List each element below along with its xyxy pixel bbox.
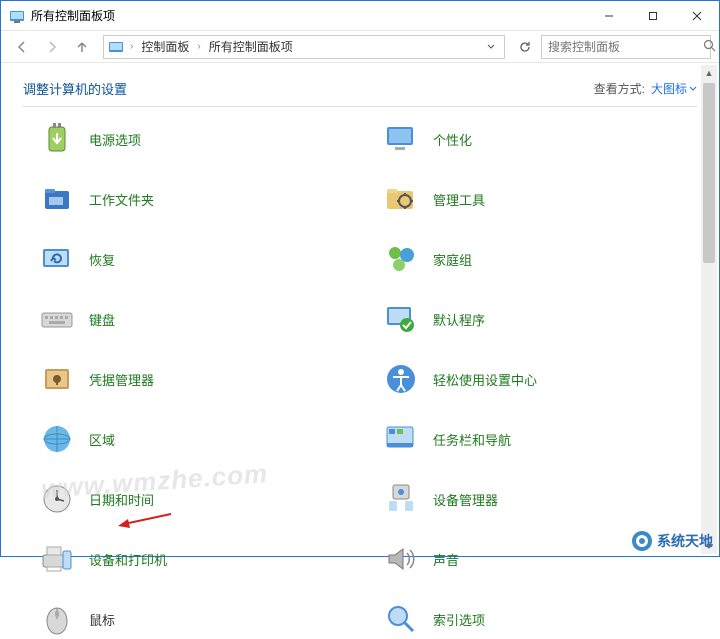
power-icon	[39, 121, 75, 157]
item-label: 默认程序	[433, 310, 485, 329]
item-label: 工作文件夹	[89, 190, 154, 209]
item-taskbar[interactable]: 任务栏和导航	[383, 419, 697, 459]
datetime-icon	[39, 481, 75, 517]
item-label: 个性化	[433, 130, 472, 149]
item-label: 设备和打印机	[89, 550, 167, 569]
view-by-value[interactable]: 大图标	[651, 80, 697, 97]
window-controls	[587, 1, 719, 30]
item-personalization[interactable]: 个性化	[383, 119, 697, 159]
item-indexing-options[interactable]: 索引选项	[383, 599, 697, 639]
folder-icon	[39, 181, 75, 217]
item-label: 日期和时间	[89, 490, 154, 509]
control-panel-icon	[9, 8, 25, 24]
brand-text: 系统天地	[657, 531, 713, 551]
view-by: 查看方式: 大图标	[594, 80, 697, 97]
taskbar-icon	[383, 421, 419, 457]
item-device-manager[interactable]: 设备管理器	[383, 479, 697, 519]
vertical-scrollbar[interactable]: ▲ ▼	[701, 65, 717, 554]
sound-icon	[383, 541, 419, 577]
item-label: 索引选项	[433, 610, 485, 629]
recovery-icon	[39, 241, 75, 277]
heading-row: 调整计算机的设置 查看方式: 大图标	[1, 63, 719, 106]
window-title: 所有控制面板项	[31, 7, 587, 24]
nav-bar: › 控制面板 › 所有控制面板项	[1, 31, 719, 63]
title-bar: 所有控制面板项	[1, 1, 719, 31]
control-panel-items: 电源选项 个性化 工作文件夹 管理工具 恢复 家庭组 键盘 默认程序 凭据管理器…	[1, 111, 719, 639]
easeofaccess-icon	[383, 361, 419, 397]
close-button[interactable]	[675, 1, 719, 31]
item-work-folders[interactable]: 工作文件夹	[39, 179, 353, 219]
item-label: 区域	[89, 430, 115, 449]
breadcrumb-control-panel[interactable]: 控制面板	[139, 36, 191, 57]
item-label: 任务栏和导航	[433, 430, 511, 449]
brand-logo-icon	[631, 530, 653, 552]
up-button[interactable]	[69, 34, 95, 60]
admintools-icon	[383, 181, 419, 217]
breadcrumb-all-items[interactable]: 所有控制面板项	[207, 36, 295, 57]
personalize-icon	[383, 121, 419, 157]
address-dropdown[interactable]	[482, 40, 500, 54]
item-label: 声音	[433, 550, 459, 569]
item-mouse[interactable]: 鼠标	[39, 599, 353, 639]
item-label: 轻松使用设置中心	[433, 370, 537, 389]
item-date-time[interactable]: 日期和时间	[39, 479, 353, 519]
divider	[23, 106, 697, 107]
chevron-right-icon: ›	[130, 41, 133, 52]
address-bar[interactable]: › 控制面板 › 所有控制面板项	[103, 35, 505, 59]
item-recovery[interactable]: 恢复	[39, 239, 353, 279]
keyboard-icon	[39, 301, 75, 337]
item-default-programs[interactable]: 默认程序	[383, 299, 697, 339]
item-label: 家庭组	[433, 250, 472, 269]
devices-icon	[39, 541, 75, 577]
minimize-button[interactable]	[587, 1, 631, 31]
search-input[interactable]	[548, 40, 703, 54]
search-icon[interactable]	[703, 39, 716, 55]
item-power-options[interactable]: 电源选项	[39, 119, 353, 159]
back-button[interactable]	[9, 34, 35, 60]
item-label: 管理工具	[433, 190, 485, 209]
search-box[interactable]	[541, 35, 711, 59]
devicemgr-icon	[383, 481, 419, 517]
item-label: 设备管理器	[433, 490, 498, 509]
footer-brand: 系统天地	[631, 530, 713, 552]
homegroup-icon	[383, 241, 419, 277]
refresh-button[interactable]	[513, 35, 537, 59]
addressbar-icon	[108, 39, 124, 55]
item-credential-manager[interactable]: 凭据管理器	[39, 359, 353, 399]
scroll-up-button[interactable]: ▲	[701, 65, 717, 81]
mouse-icon	[39, 601, 75, 637]
item-label: 凭据管理器	[89, 370, 154, 389]
item-label: 鼠标	[89, 610, 115, 629]
region-icon	[39, 421, 75, 457]
chevron-right-icon: ›	[197, 41, 200, 52]
item-ease-of-access[interactable]: 轻松使用设置中心	[383, 359, 697, 399]
indexing-icon	[383, 601, 419, 637]
item-region[interactable]: 区域	[39, 419, 353, 459]
item-homegroup[interactable]: 家庭组	[383, 239, 697, 279]
item-admin-tools[interactable]: 管理工具	[383, 179, 697, 219]
view-by-label: 查看方式:	[594, 80, 645, 97]
page-heading: 调整计算机的设置	[23, 79, 594, 98]
item-devices-printers[interactable]: 设备和打印机	[39, 539, 353, 579]
scroll-thumb[interactable]	[703, 83, 715, 263]
forward-button[interactable]	[39, 34, 65, 60]
item-label: 电源选项	[89, 130, 141, 149]
credential-icon	[39, 361, 75, 397]
item-label: 键盘	[89, 310, 115, 329]
defaultprograms-icon	[383, 301, 419, 337]
item-keyboard[interactable]: 键盘	[39, 299, 353, 339]
maximize-button[interactable]	[631, 1, 675, 31]
item-label: 恢复	[89, 250, 115, 269]
